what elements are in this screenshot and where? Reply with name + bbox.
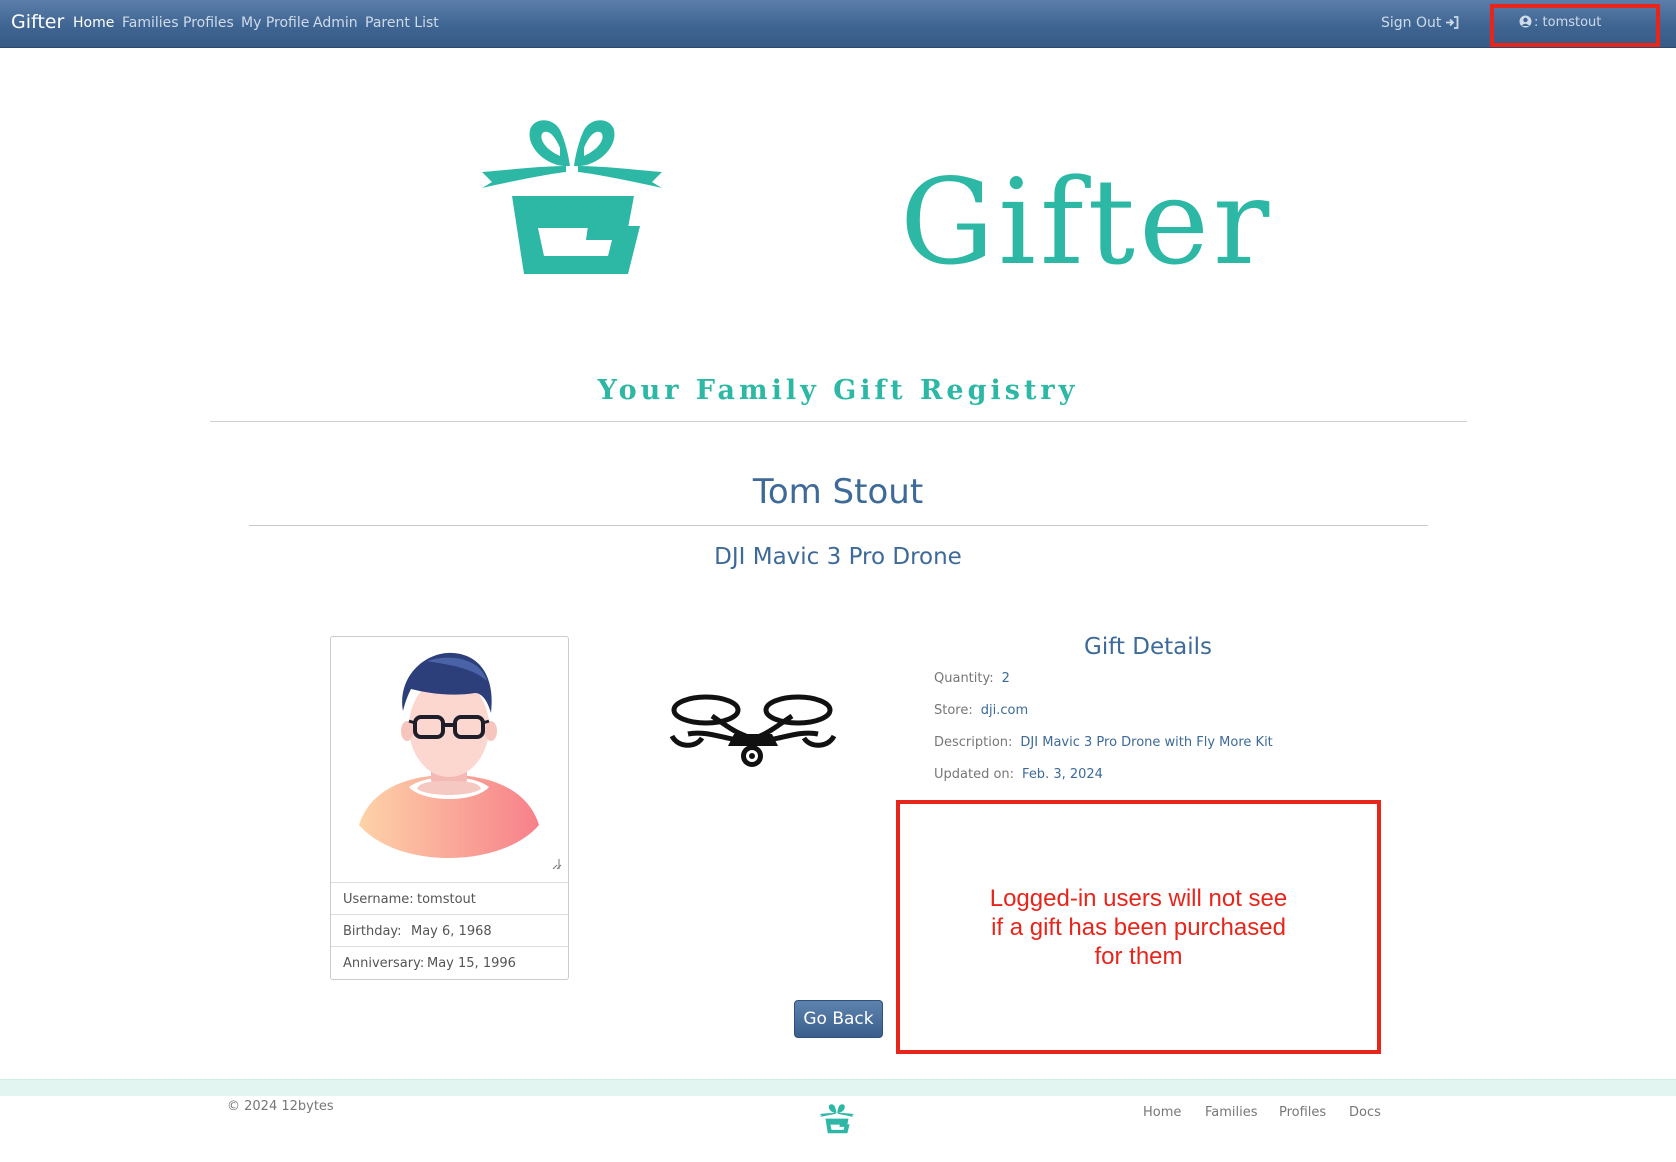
footer-link-profiles[interactable]: Profiles <box>1279 1105 1326 1120</box>
footer-link-families[interactable]: Families <box>1205 1105 1258 1120</box>
updated-value: Feb. 3, 2024 <box>1022 767 1103 782</box>
username-row: Username: tomstout <box>331 882 568 914</box>
navbar: Gifter Home Families Profiles My Profile… <box>0 0 1676 48</box>
profile-card: Username: tomstout Birthday: May 6, 1968… <box>330 636 569 980</box>
nav-home[interactable]: Home <box>73 15 114 31</box>
annotation-line: for them <box>1094 943 1183 970</box>
divider <box>249 525 1428 526</box>
nav-families[interactable]: Families <box>122 15 179 31</box>
username-value: tomstout <box>417 892 476 907</box>
avatar <box>359 652 562 870</box>
description-value: DJI Mavic 3 Pro Drone with Fly More Kit <box>1020 735 1273 750</box>
sign-out-label: Sign Out <box>1381 15 1442 31</box>
quantity-value: 2 <box>1001 671 1010 686</box>
go-back-button[interactable]: Go Back <box>794 1000 883 1038</box>
annotation-line: Logged-in users will not see <box>989 885 1288 912</box>
anniversary-value: May 15, 1996 <box>427 956 516 971</box>
footer-band <box>0 1079 1676 1096</box>
anniversary-row: Anniversary: May 15, 1996 <box>331 946 568 978</box>
footer-link-docs[interactable]: Docs <box>1349 1105 1381 1120</box>
nav-parent-list[interactable]: Parent List <box>365 15 439 31</box>
logo-wordmark: Gifter <box>900 153 1274 291</box>
annotation-line: if a gift has been purchased <box>991 914 1286 941</box>
birthday-value: May 6, 1968 <box>411 924 492 939</box>
store-label: Store: <box>934 703 973 718</box>
annotation-note: Logged-in users will not see if a gift h… <box>896 884 1381 971</box>
store-detail: Store: dji.com <box>934 703 1028 718</box>
divider <box>210 421 1467 422</box>
navbar-brand[interactable]: Gifter <box>11 11 64 33</box>
nav-profiles[interactable]: Profiles <box>183 15 234 31</box>
nav-admin[interactable]: Admin <box>313 15 358 31</box>
tagline: Your Family Gift Registry <box>597 375 1079 406</box>
description-label: Description: <box>934 735 1013 750</box>
updated-label: Updated on: <box>934 767 1015 782</box>
quantity-label: Quantity: <box>934 671 994 686</box>
gift-details-heading: Gift Details <box>1084 634 1212 660</box>
profile-name-heading: Tom Stout <box>752 472 924 512</box>
username-label: Username: <box>343 892 414 907</box>
sign-in-arrow-icon <box>1446 16 1459 29</box>
footer-link-home[interactable]: Home <box>1143 1105 1181 1120</box>
gift-logo-icon <box>482 120 662 274</box>
description-detail: Description: DJI Mavic 3 Pro Drone with F… <box>934 735 1273 750</box>
copyright: © 2024 12bytes <box>227 1099 334 1114</box>
updated-detail: Updated on: Feb. 3, 2024 <box>934 767 1103 782</box>
gift-title: DJI Mavic 3 Pro Drone <box>714 544 962 570</box>
sign-out-link[interactable]: Sign Out <box>1381 15 1459 31</box>
store-link[interactable]: dji.com <box>981 703 1028 718</box>
nav-my-profile[interactable]: My Profile <box>241 15 309 31</box>
footer-gift-logo-icon <box>819 1104 854 1134</box>
annotation-highlight-user <box>1490 4 1660 47</box>
drone-image <box>669 694 837 767</box>
birthday-label: Birthday: <box>343 924 402 939</box>
birthday-row: Birthday: May 6, 1968 <box>331 914 568 946</box>
quantity-detail: Quantity: 2 <box>934 671 1010 686</box>
anniversary-label: Anniversary: <box>343 956 425 971</box>
